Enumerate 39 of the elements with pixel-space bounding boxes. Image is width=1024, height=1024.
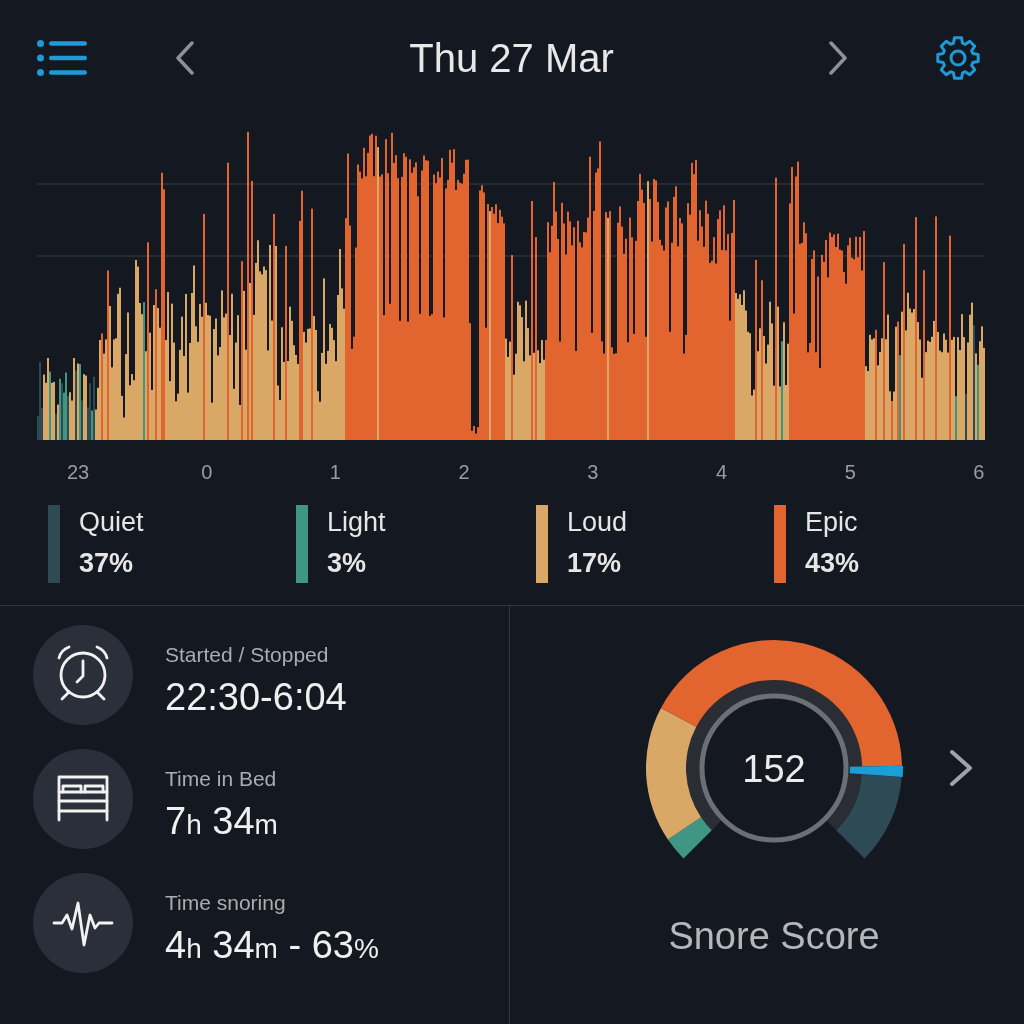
bed-icon [33, 749, 133, 849]
settings-icon [935, 35, 981, 81]
next-day-button[interactable] [828, 41, 848, 75]
menu-button[interactable] [37, 40, 87, 76]
gauge-marker [849, 765, 903, 777]
pulse-icon [33, 873, 133, 973]
axis-label: 3 [586, 460, 600, 485]
settings-button[interactable] [935, 35, 981, 81]
chevron-left-icon [175, 41, 195, 75]
chevron-right-icon [828, 41, 848, 75]
stat-value: 4h 34m - 63% [165, 923, 379, 968]
legend-label: Light [327, 506, 386, 539]
legend-percent: 37% [79, 547, 135, 580]
legend-percent: 3% [327, 547, 368, 580]
legend-label: Quiet [79, 506, 144, 539]
axis-label: 5 [843, 460, 857, 485]
legend-percent: 17% [567, 547, 623, 580]
axis-label: 4 [714, 460, 729, 485]
axis-label: 0 [200, 460, 214, 485]
score-details-button[interactable] [949, 749, 973, 787]
stat-label: Time in Bed [165, 766, 278, 792]
chevron-right-icon [949, 749, 973, 787]
legend-percent: 43% [805, 547, 860, 580]
legend-label: Epic [805, 506, 859, 539]
axis-label: 23 [65, 460, 91, 485]
stat-value: 7h 34m [165, 799, 278, 844]
previous-day-button[interactable] [175, 41, 195, 75]
alarm-clock-icon [33, 625, 133, 725]
stat-value: 22:30-6:04 [165, 675, 347, 719]
menu-icon [37, 40, 87, 76]
axis-label: 1 [328, 460, 342, 485]
legend-label: Loud [567, 506, 628, 539]
date-title: Thu 27 Mar [409, 35, 614, 82]
stat-label: Started / Stopped [165, 642, 330, 668]
axis-label: 2 [457, 460, 471, 485]
axis-label: 6 [972, 460, 986, 485]
score-value: 152 [742, 748, 806, 790]
stat-label: Time snoring [165, 890, 287, 916]
score-label: Snore Score [668, 914, 880, 958]
